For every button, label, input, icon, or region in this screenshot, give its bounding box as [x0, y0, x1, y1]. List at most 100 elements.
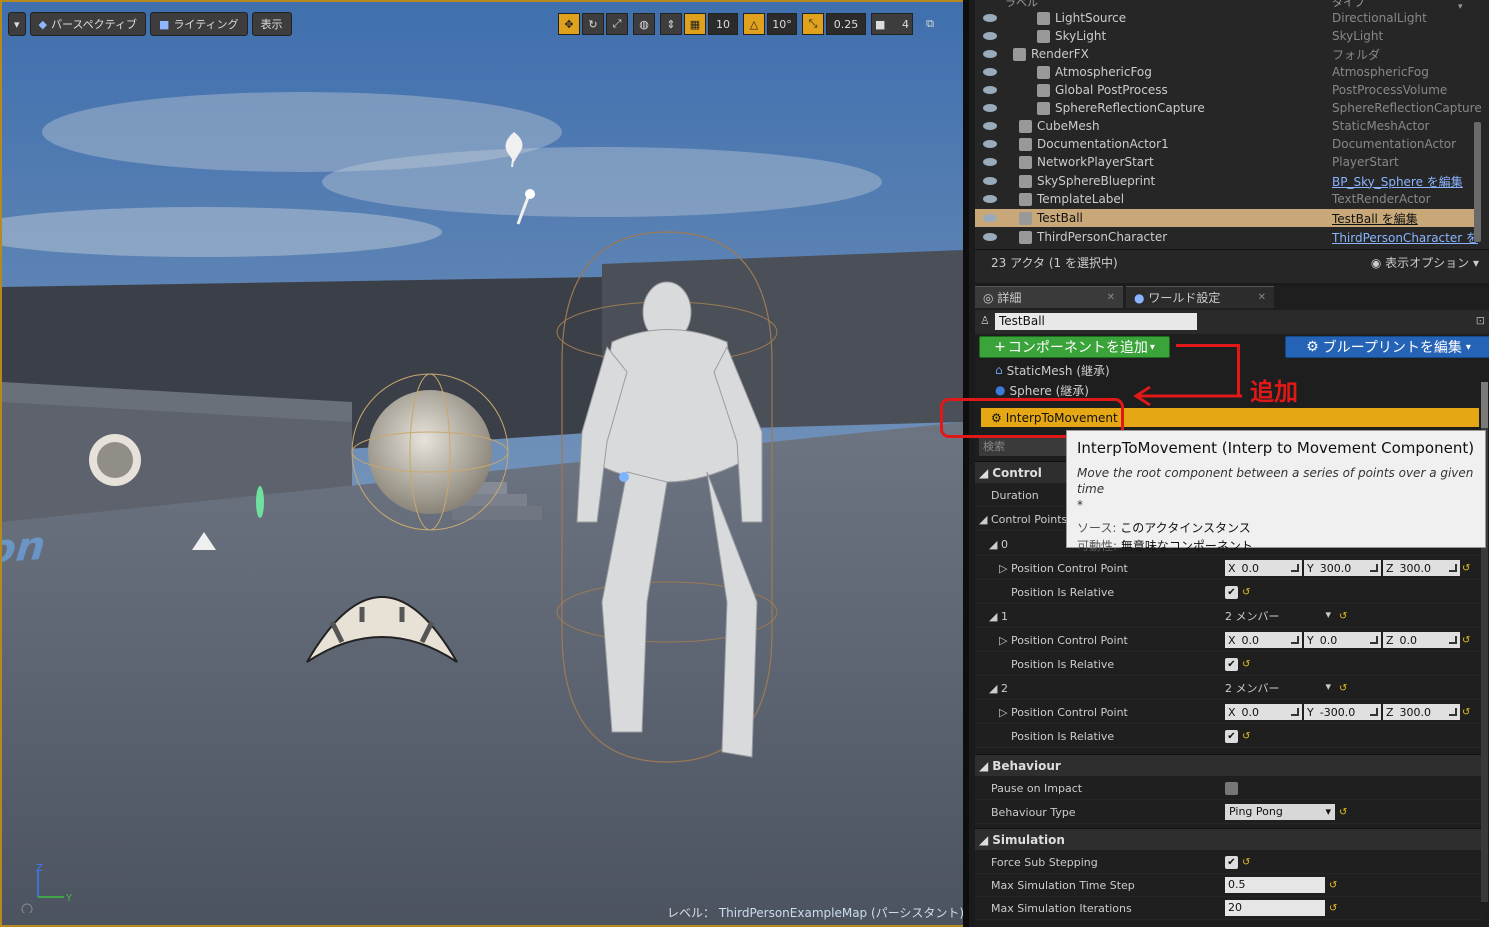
viewport-menu-button[interactable]: ▾ — [8, 12, 26, 36]
z-value: 300.0 — [1399, 705, 1432, 719]
eye-icon: ◉ — [1370, 256, 1382, 270]
show-button[interactable]: 表示 — [251, 12, 292, 36]
pause-checkbox[interactable] — [1225, 781, 1238, 795]
outliner-row[interactable]: NetworkPlayerStart PlayerStart — [975, 153, 1475, 171]
outliner-row[interactable]: SkyLight SkyLight — [975, 27, 1475, 45]
category-behaviour[interactable]: ◢ Behaviour — [975, 754, 1483, 776]
reset-icon[interactable]: ↺ — [1242, 659, 1250, 670]
outliner-row-edit-link[interactable]: BP_Sky_Sphere を編集 — [1332, 173, 1463, 190]
component-sphere[interactable]: ● Sphere (継承) — [995, 381, 1089, 399]
x-input[interactable]: X 0.0 — [1225, 632, 1302, 648]
scale-snap-value[interactable]: 0.25 — [826, 13, 866, 35]
relative-checkbox[interactable]: ✔ — [1225, 585, 1238, 599]
axis-gizmo-icon: Z Y — [21, 863, 73, 913]
visibility-eye-icon[interactable] — [983, 122, 997, 130]
control-point-header[interactable]: ◢ 2 2 メンバー ↺ — [975, 677, 1483, 700]
visibility-eye-icon[interactable] — [983, 233, 997, 241]
reset-icon[interactable]: ↺ — [1462, 563, 1470, 574]
rotation-snap-icon[interactable]: △ — [743, 13, 765, 35]
z-input[interactable]: Z 0.0 — [1383, 632, 1460, 648]
outliner-row[interactable]: SkySphereBlueprint BP_Sky_Sphere を編集 — [975, 172, 1475, 190]
visibility-eye-icon[interactable] — [983, 32, 997, 40]
reset-icon[interactable]: ↺ — [1462, 635, 1470, 646]
reset-icon[interactable]: ↺ — [1339, 611, 1347, 622]
maximize-viewport-icon[interactable]: ⧉ — [919, 13, 941, 35]
camera-speed-button[interactable]: ■ 4 — [871, 13, 913, 35]
outliner-row[interactable]: DocumentationActor1 DocumentationActor — [975, 135, 1475, 153]
close-icon[interactable]: ✕ — [1107, 292, 1115, 303]
actor-name-field[interactable]: TestBall — [995, 313, 1197, 330]
category-simulation[interactable]: ◢ Simulation — [975, 828, 1483, 850]
tab-world-settings[interactable]: ● ワールド設定 ✕ — [1126, 286, 1274, 308]
reset-icon[interactable]: ↺ — [1329, 903, 1337, 914]
reset-icon[interactable]: ↺ — [1339, 807, 1347, 818]
control-point-header[interactable]: ◢ 1 2 メンバー ↺ — [975, 605, 1483, 628]
x-input[interactable]: X 0.0 — [1225, 560, 1302, 576]
close-icon[interactable]: ✕ — [1258, 292, 1266, 303]
visibility-eye-icon[interactable] — [983, 195, 997, 203]
outliner-row[interactable]: LightSource DirectionalLight — [975, 9, 1475, 27]
x-input[interactable]: X 0.0 — [1225, 704, 1302, 720]
outliner-scrollbar[interactable] — [1474, 122, 1481, 242]
relative-checkbox[interactable]: ✔ — [1225, 729, 1238, 743]
visibility-eye-icon[interactable] — [983, 140, 997, 148]
view-options-button[interactable]: ◉ 表示オプション ▾ — [1371, 254, 1479, 271]
visibility-eye-icon[interactable] — [983, 158, 997, 166]
component-staticmesh[interactable]: ⌂ StaticMesh (継承) — [995, 361, 1110, 379]
outliner-row[interactable]: RenderFX フォルダ — [975, 45, 1475, 63]
scale-tool-icon[interactable]: ⤢ — [606, 13, 628, 35]
tab-details[interactable]: ◎ 詳細 ✕ — [975, 286, 1123, 308]
reset-icon[interactable]: ↺ — [1242, 857, 1250, 868]
outliner-row[interactable]: ThirdPersonCharacter ThirdPersonCharacter… — [975, 228, 1478, 246]
outliner-row-edit-link[interactable]: TestBall を編集 — [1332, 210, 1418, 227]
z-input[interactable]: Z 300.0 — [1383, 560, 1460, 576]
outliner-row[interactable]: CubeMesh StaticMeshActor — [975, 117, 1475, 135]
details-search-input[interactable]: 検索 — [979, 438, 1069, 456]
reset-icon[interactable]: ↺ — [1242, 587, 1250, 598]
sub-stepping-checkbox[interactable]: ✔ — [1225, 855, 1238, 869]
scale-snap-icon[interactable]: ⤡ — [802, 13, 824, 35]
rotation-snap-value[interactable]: 10° — [767, 13, 797, 35]
reset-icon[interactable]: ↺ — [1462, 707, 1470, 718]
world-local-icon[interactable]: ◍ — [633, 13, 655, 35]
edit-blueprint-button[interactable]: ⚙ ブループリントを編集 ▾ — [1285, 336, 1489, 358]
behaviour-type-dropdown[interactable]: Ping Pong — [1225, 804, 1335, 820]
rotate-tool-icon[interactable]: ↻ — [582, 13, 604, 35]
level-viewport[interactable]: ird Person ▾ — [0, 0, 963, 927]
visibility-eye-icon[interactable] — [983, 50, 997, 58]
lock-icon[interactable]: ⊡ — [1476, 314, 1485, 327]
lighting-button[interactable]: ■ ライティング — [150, 12, 248, 36]
visibility-eye-icon[interactable] — [983, 68, 997, 76]
visibility-eye-icon[interactable] — [983, 214, 997, 222]
add-component-button[interactable]: + コンポーネントを追加 ▾ — [979, 336, 1170, 358]
outliner-row[interactable]: TemplateLabel TextRenderActor — [975, 190, 1475, 208]
translate-tool-icon[interactable]: ✥ — [558, 13, 580, 35]
perspective-button[interactable]: ◆ パースペクティブ — [29, 12, 147, 36]
reset-icon[interactable]: ↺ — [1242, 731, 1250, 742]
y-input[interactable]: Y 0.0 — [1304, 632, 1381, 648]
visibility-eye-icon[interactable] — [983, 177, 997, 185]
outliner-row-name: AtmosphericFog — [1055, 65, 1152, 79]
prop-position-is-relative: Position Is Relative ✔ ↺ — [975, 653, 1483, 676]
reset-icon[interactable]: ↺ — [1339, 683, 1347, 694]
surface-snap-icon[interactable]: ⇕ — [660, 13, 682, 35]
y-input[interactable]: Y 300.0 — [1304, 560, 1381, 576]
visibility-eye-icon[interactable] — [983, 14, 997, 22]
grid-snap-value[interactable]: 10 — [708, 13, 738, 35]
grid-snap-icon[interactable]: ▦ — [684, 13, 706, 35]
members-dropdown[interactable]: 2 メンバー — [1225, 680, 1335, 696]
visibility-eye-icon[interactable] — [983, 86, 997, 94]
visibility-eye-icon[interactable] — [983, 104, 997, 112]
time-step-input[interactable]: 0.5 — [1225, 877, 1325, 893]
iterations-input[interactable]: 20 — [1225, 900, 1325, 916]
y-input[interactable]: Y -300.0 — [1304, 704, 1381, 720]
relative-checkbox[interactable]: ✔ — [1225, 657, 1238, 671]
outliner-row[interactable]: Global PostProcess PostProcessVolume — [975, 81, 1475, 99]
outliner-row[interactable]: SphereReflectionCapture SphereReflectionC… — [975, 99, 1482, 117]
reset-icon[interactable]: ↺ — [1329, 880, 1337, 891]
z-input[interactable]: Z 300.0 — [1383, 704, 1460, 720]
outliner-row[interactable]: AtmosphericFog AtmosphericFog — [975, 63, 1475, 81]
members-dropdown[interactable]: 2 メンバー — [1225, 608, 1335, 624]
outliner-row-edit-link[interactable]: ThirdPersonCharacter を — [1332, 229, 1478, 246]
outliner-row[interactable]: TestBall TestBall を編集 — [975, 209, 1475, 227]
